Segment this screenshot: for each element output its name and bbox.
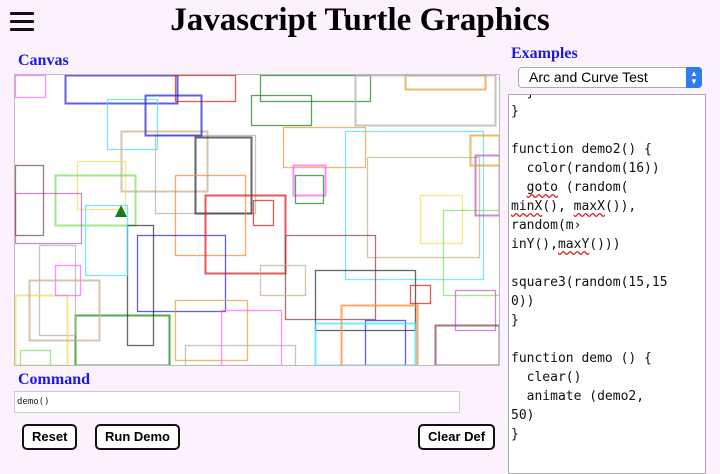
drawn-square bbox=[252, 199, 275, 227]
drawn-square bbox=[106, 98, 159, 151]
select-arrows-icon: ▲ ▼ bbox=[686, 67, 702, 88]
drawn-square bbox=[126, 224, 155, 347]
canvas-label: Canvas bbox=[18, 52, 69, 69]
drawn-square bbox=[220, 309, 283, 365]
drawn-square bbox=[294, 174, 325, 205]
drawn-square bbox=[15, 294, 69, 365]
drawn-square bbox=[259, 75, 372, 103]
clear-def-button[interactable]: Clear Def bbox=[418, 424, 496, 450]
command-label: Command bbox=[18, 371, 91, 388]
turtle-canvas[interactable] bbox=[14, 74, 500, 366]
drawn-square bbox=[184, 344, 297, 365]
command-input[interactable]: demo() bbox=[14, 391, 460, 413]
canvas-drawing bbox=[15, 75, 499, 365]
drawn-square bbox=[19, 349, 52, 365]
examples-select[interactable]: Arc and Curve Test ▲ ▼ bbox=[518, 67, 702, 88]
drawn-square bbox=[442, 209, 499, 297]
drawn-square bbox=[282, 126, 367, 169]
run-demo-button[interactable]: Run Demo bbox=[95, 424, 180, 450]
page-title: Javascript Turtle Graphics bbox=[170, 2, 550, 38]
drawn-square bbox=[354, 75, 497, 127]
drawn-square bbox=[409, 284, 432, 305]
drawn-square bbox=[284, 234, 377, 321]
drawn-square bbox=[174, 174, 247, 257]
drawn-square bbox=[15, 164, 45, 237]
drawn-square bbox=[76, 160, 127, 211]
drawn-square bbox=[292, 164, 327, 197]
examples-selected-value: Arc and Curve Test bbox=[529, 69, 648, 85]
drawn-square bbox=[419, 194, 464, 245]
drawn-square bbox=[54, 174, 137, 227]
drawn-square bbox=[434, 324, 499, 365]
drawn-square bbox=[174, 299, 249, 362]
code-editor[interactable]: } } function demo2() { color(random(16))… bbox=[508, 94, 706, 474]
drawn-square bbox=[404, 75, 487, 91]
drawn-square bbox=[174, 75, 237, 103]
code-text: } } function demo2() { color(random(16))… bbox=[511, 95, 668, 442]
drawn-square bbox=[259, 264, 307, 297]
reset-button[interactable]: Reset bbox=[22, 424, 78, 450]
drawn-square bbox=[15, 75, 47, 99]
drawn-square bbox=[364, 319, 407, 365]
drawn-square bbox=[38, 244, 77, 337]
examples-label: Examples bbox=[511, 45, 578, 62]
